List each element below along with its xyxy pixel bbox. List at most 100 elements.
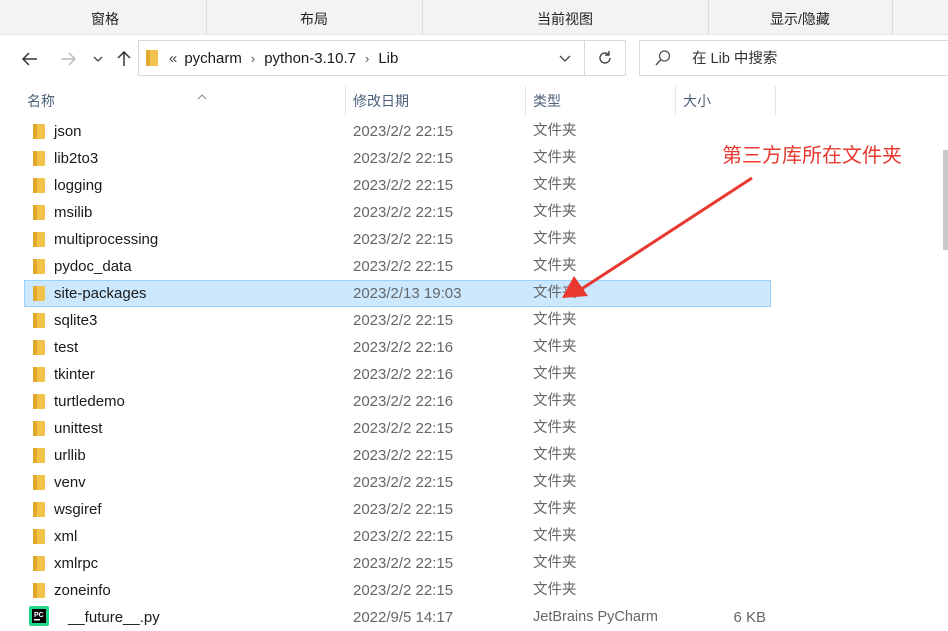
file-row[interactable]: sqlite3 2023/2/2 22:15 文件夹 — [24, 307, 771, 334]
file-row[interactable]: lib2to3 2023/2/2 22:15 文件夹 — [24, 145, 771, 172]
folder-icon — [146, 50, 158, 66]
file-name: pydoc_data — [54, 258, 132, 275]
folder-icon — [32, 258, 46, 280]
ribbon-group-layout[interactable]: 布局 — [206, 0, 423, 34]
chevron-right-icon[interactable]: › — [251, 51, 255, 66]
file-name: lib2to3 — [54, 150, 99, 167]
address-bar[interactable]: « pycharm › python-3.10.7 › Lib — [138, 40, 626, 76]
file-type: 文件夹 — [533, 528, 577, 544]
file-row[interactable]: site-packages 2023/2/13 19:03 文件夹 — [24, 280, 771, 307]
file-row[interactable]: json 2023/2/2 22:15 文件夹 — [24, 118, 771, 145]
file-date: 2023/2/13 19:03 — [353, 285, 462, 302]
file-type: 文件夹 — [533, 447, 577, 463]
folder-icon — [32, 123, 46, 145]
file-name: logging — [54, 177, 103, 194]
folder-icon — [32, 528, 46, 550]
file-type: 文件夹 — [533, 393, 577, 409]
search-input[interactable] — [690, 41, 944, 77]
address-dropdown-button[interactable] — [551, 41, 579, 75]
file-row[interactable]: logging 2023/2/2 22:15 文件夹 — [24, 172, 771, 199]
forward-button[interactable] — [56, 47, 80, 71]
file-date: 2023/2/2 22:16 — [353, 366, 454, 383]
breadcrumb-overflow[interactable]: « — [169, 50, 177, 67]
up-button[interactable] — [112, 47, 136, 71]
file-type: 文件夹 — [533, 285, 577, 301]
file-date: 2022/9/5 14:17 — [353, 609, 454, 626]
file-name: urllib — [54, 447, 86, 464]
file-row[interactable]: zoneinfo 2023/2/2 22:15 文件夹 — [24, 577, 771, 604]
recent-locations-button[interactable] — [86, 47, 110, 71]
search-icon — [655, 50, 671, 66]
file-date: 2023/2/2 22:15 — [353, 555, 454, 572]
sort-ascending-icon — [197, 80, 207, 110]
navigation-bar: « pycharm › python-3.10.7 › Lib — [0, 35, 948, 85]
file-row[interactable]: test 2023/2/2 22:16 文件夹 — [24, 334, 771, 361]
file-date: 2023/2/2 22:15 — [353, 420, 454, 437]
column-headers: 名称 修改日期 类型 大小 — [0, 86, 948, 116]
file-name: unittest — [54, 420, 103, 437]
file-row[interactable]: multiprocessing 2023/2/2 22:15 文件夹 — [24, 226, 771, 253]
folder-icon — [32, 474, 46, 496]
file-date: 2023/2/2 22:15 — [353, 177, 454, 194]
file-name: xmlrpc — [54, 555, 99, 572]
file-date: 2023/2/2 22:15 — [353, 447, 454, 464]
column-header-type[interactable]: 类型 — [527, 86, 676, 116]
ribbon-group-panes[interactable]: 窗格 — [4, 0, 207, 34]
file-date: 2023/2/2 22:15 — [353, 501, 454, 518]
file-row[interactable]: msilib 2023/2/2 22:15 文件夹 — [24, 199, 771, 226]
file-type: 文件夹 — [533, 420, 577, 436]
folder-icon — [32, 339, 46, 361]
column-header-type-label: 类型 — [533, 93, 561, 109]
column-header-date[interactable]: 修改日期 — [347, 86, 526, 116]
file-name: test — [54, 339, 79, 356]
file-name: sqlite3 — [54, 312, 98, 329]
file-name: json — [54, 123, 82, 140]
file-type: 文件夹 — [533, 312, 577, 328]
arrow-right-icon — [61, 52, 76, 66]
refresh-button[interactable] — [584, 41, 625, 75]
folder-icon — [32, 366, 46, 388]
file-type: JetBrains PyCharm — [533, 609, 658, 625]
chevron-down-icon — [93, 56, 103, 62]
file-name: wsgiref — [54, 501, 102, 518]
file-name: zoneinfo — [54, 582, 111, 599]
file-row[interactable]: urllib 2023/2/2 22:15 文件夹 — [24, 442, 771, 469]
arrow-left-icon — [22, 52, 37, 66]
chevron-right-icon[interactable]: › — [365, 51, 369, 66]
column-header-size[interactable]: 大小 — [677, 86, 776, 116]
file-row[interactable]: unittest 2023/2/2 22:15 文件夹 — [24, 415, 771, 442]
file-row[interactable]: xmlrpc 2023/2/2 22:15 文件夹 — [24, 550, 771, 577]
search-box[interactable] — [639, 40, 948, 77]
folder-icon — [32, 555, 46, 577]
file-row[interactable]: PC __future__.py 2022/9/5 14:17 JetBrains P… — [24, 604, 771, 631]
file-row[interactable]: venv 2023/2/2 22:15 文件夹 — [24, 469, 771, 496]
column-header-size-label: 大小 — [683, 93, 711, 109]
file-type: 文件夹 — [533, 123, 577, 139]
ribbon-group-show-hide[interactable]: 显示/隐藏 — [708, 0, 893, 34]
file-name: site-packages — [54, 285, 147, 302]
file-type: 文件夹 — [533, 177, 577, 193]
folder-icon — [32, 420, 46, 442]
annotation-label: 第三方库所在文件夹 — [722, 145, 902, 167]
folder-icon — [32, 582, 46, 604]
file-row[interactable]: wsgiref 2023/2/2 22:15 文件夹 — [24, 496, 771, 523]
scrollbar-thumb[interactable] — [943, 150, 948, 250]
file-date: 2023/2/2 22:15 — [353, 312, 454, 329]
breadcrumb-python[interactable]: python-3.10.7 — [264, 50, 356, 67]
column-header-date-label: 修改日期 — [353, 93, 409, 109]
file-row[interactable]: tkinter 2023/2/2 22:16 文件夹 — [24, 361, 771, 388]
breadcrumb-pycharm[interactable]: pycharm — [184, 50, 242, 67]
file-date: 2023/2/2 22:15 — [353, 150, 454, 167]
file-type: 文件夹 — [533, 366, 577, 382]
column-header-name[interactable]: 名称 — [21, 86, 346, 116]
file-name: msilib — [54, 204, 93, 221]
file-type: 文件夹 — [533, 501, 577, 517]
ribbon-group-current-view[interactable]: 当前视图 — [422, 0, 709, 34]
file-list: json 2023/2/2 22:15 文件夹 lib2to3 2023/2/2 22:… — [0, 118, 948, 626]
file-row[interactable]: turtledemo 2023/2/2 22:16 文件夹 — [24, 388, 771, 415]
back-button[interactable] — [18, 47, 42, 71]
file-row[interactable]: xml 2023/2/2 22:15 文件夹 — [24, 523, 771, 550]
svg-text:PC: PC — [34, 612, 44, 619]
file-row[interactable]: pydoc_data 2023/2/2 22:15 文件夹 — [24, 253, 771, 280]
breadcrumb-lib[interactable]: Lib — [378, 50, 398, 67]
